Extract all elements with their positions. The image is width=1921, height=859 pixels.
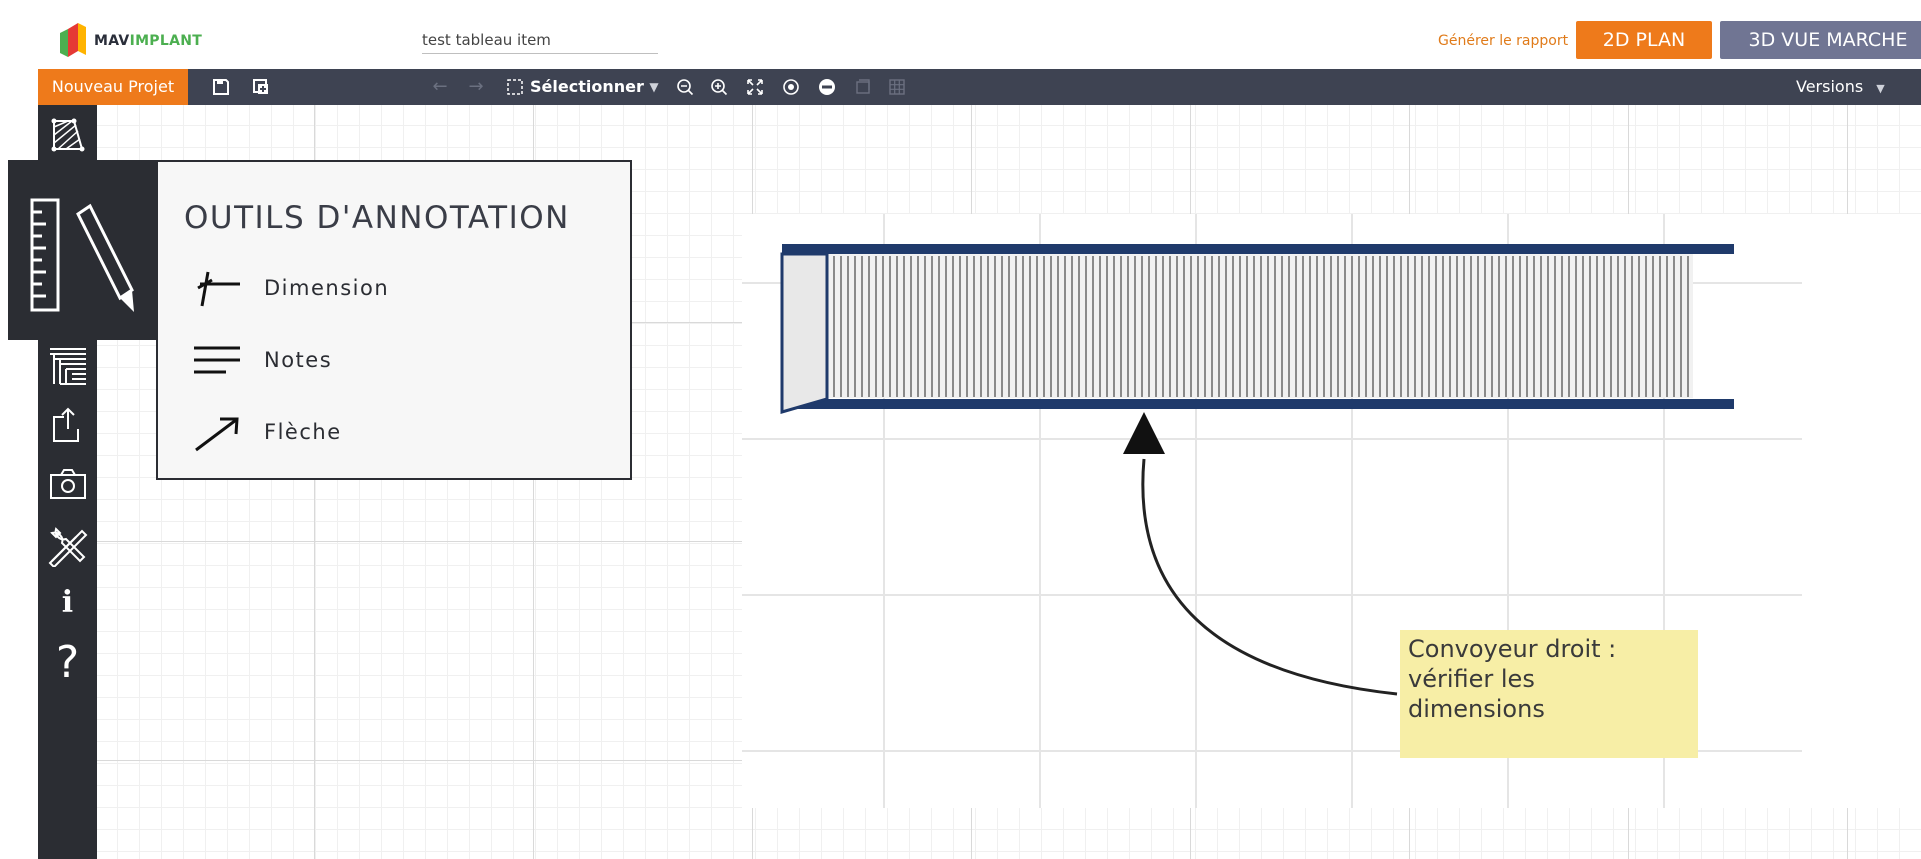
notes-icon: [194, 346, 240, 374]
brand-name: MAVIMPLANT: [94, 33, 202, 49]
target-icon[interactable]: [778, 69, 804, 105]
tools-icon[interactable]: [38, 523, 97, 571]
zoom-out-icon[interactable]: [672, 69, 698, 105]
annotation-item-dimension[interactable]: Dimension: [192, 266, 592, 312]
versions-chevron-icon: ▼: [1876, 82, 1885, 95]
project-name-input[interactable]: [422, 27, 658, 54]
conveyor-drawing: [742, 214, 1802, 808]
note-text[interactable]: Convoyeur droit : vérifier les dimension…: [1408, 634, 1688, 724]
generate-report-link[interactable]: Générer le rapport: [1438, 33, 1568, 49]
note-annotation[interactable]: Convoyeur droit : vérifier les dimension…: [1400, 630, 1698, 758]
area-draw-icon[interactable]: [38, 115, 97, 159]
select-dropdown-icon[interactable]: ▼: [644, 69, 664, 105]
versions-dropdown[interactable]: Versions ▼: [1796, 69, 1885, 105]
new-project-button[interactable]: Nouveau Projet: [38, 69, 188, 105]
ruler-pencil-icon: [30, 198, 134, 312]
note-line-3: dimensions: [1408, 695, 1545, 723]
redo-icon[interactable]: →: [464, 69, 488, 105]
straight-conveyor[interactable]: [780, 244, 1734, 414]
wall-tool-icon[interactable]: [38, 343, 97, 391]
arrow-icon: [195, 417, 239, 452]
plan-image-overlay[interactable]: [742, 214, 1921, 808]
camera-icon[interactable]: [38, 467, 97, 505]
undo-icon[interactable]: ←: [428, 69, 452, 105]
info-icon[interactable]: i: [38, 585, 97, 620]
help-icon[interactable]: ?: [38, 637, 97, 688]
arrow-annotation[interactable]: [1123, 412, 1398, 696]
selection-marquee-icon[interactable]: [502, 69, 528, 105]
mode-3d-vue-marche-button[interactable]: 3D VUE MARCHE: [1720, 21, 1921, 59]
annotation-item-label: Notes: [264, 348, 333, 372]
select-tool-label[interactable]: Sélectionner: [530, 69, 644, 105]
annotation-tool-button[interactable]: [8, 160, 156, 340]
dimension-icon: [197, 271, 240, 307]
popup-title: OUTILS D'ANNOTATION: [184, 200, 570, 236]
note-line-2: vérifier les: [1408, 665, 1535, 693]
remove-circle-icon[interactable]: [814, 69, 840, 105]
layer-icon[interactable]: [850, 69, 876, 105]
mavimplant-logo-icon[interactable]: [54, 21, 98, 57]
save-icon[interactable]: [208, 69, 234, 105]
zoom-in-icon[interactable]: [706, 69, 732, 105]
add-copy-icon[interactable]: [248, 69, 274, 105]
annotation-item-label: Flèche: [264, 420, 342, 444]
annotation-tools-popup: OUTILS D'ANNOTATION Dimension Notes Flèc…: [156, 160, 632, 480]
brand-implant: IMPLANT: [129, 33, 203, 49]
annotation-item-label: Dimension: [264, 276, 390, 300]
fit-view-icon[interactable]: [742, 69, 768, 105]
mode-2d-plan-button[interactable]: 2D PLAN: [1576, 21, 1712, 59]
annotation-item-notes[interactable]: Notes: [192, 338, 592, 384]
annotation-item-arrow[interactable]: Flèche: [192, 410, 592, 456]
note-line-1: Convoyeur droit :: [1408, 635, 1617, 663]
brand-mav: MAV: [94, 33, 130, 49]
versions-label: Versions: [1796, 77, 1864, 96]
export-icon[interactable]: [38, 405, 97, 449]
app-header: MAVIMPLANT Générer le rapport 2D PLAN 3D…: [38, 7, 1921, 70]
grid-icon[interactable]: [884, 69, 910, 105]
main-toolbar: Nouveau Projet ← → Sélectionner ▼ Versio…: [38, 69, 1921, 105]
